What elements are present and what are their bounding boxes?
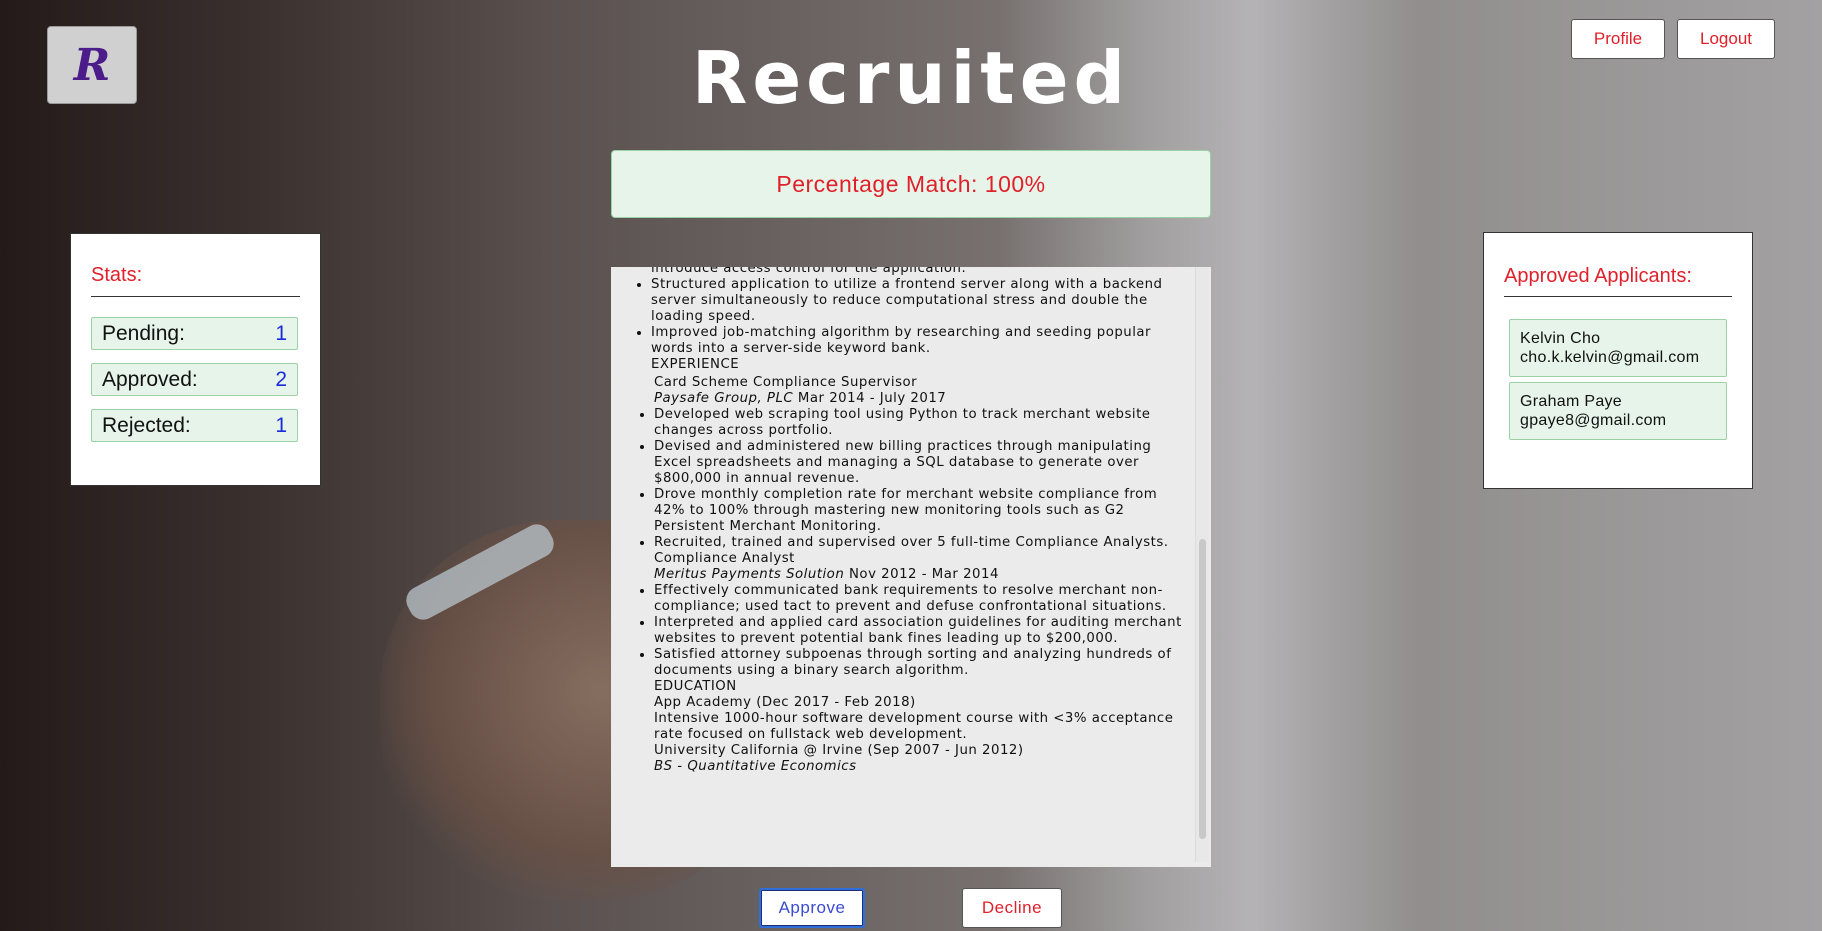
job-title: Card Scheme Compliance Supervisor [654, 375, 918, 390]
project-bullets: Structured application to utilize a fron… [611, 277, 1186, 357]
stat-value: 2 [275, 367, 287, 391]
list-item: Interpreted and applied card association… [654, 615, 1186, 647]
resume-scrollbar[interactable] [1195, 267, 1209, 862]
job-company: Meritus Payments Solution [654, 567, 845, 582]
stat-value: 1 [275, 321, 287, 345]
list-item: Devised and administered new billing pra… [654, 439, 1186, 487]
stat-label: Approved: [102, 367, 198, 391]
education-block: EDUCATION App Academy (Dec 2017 - Feb 20… [611, 679, 1186, 775]
approved-applicants-panel: Approved Applicants: Kelvin Cho cho.k.ke… [1483, 232, 1753, 489]
job-meta: Meritus Payments Solution Nov 2012 - Mar… [654, 567, 1186, 583]
logout-button[interactable]: Logout [1677, 19, 1775, 59]
list-item: Satisfied attorney subpoenas through sor… [654, 647, 1186, 679]
stat-approved: Approved: 2 [91, 363, 298, 396]
stat-label: Rejected: [102, 413, 191, 437]
stats-title: Stats: [91, 264, 143, 286]
education-degree: BS - Quantitative Economics [654, 759, 1186, 775]
education-item: App Academy (Dec 2017 - Feb 2018) [654, 695, 916, 710]
education-desc: Intensive 1000-hour software development… [654, 711, 1174, 742]
list-item: Drove monthly completion rate for mercha… [654, 487, 1186, 535]
list-item: Effectively communicated bank requiremen… [654, 583, 1186, 615]
percentage-match-banner: Percentage Match: 100% [611, 150, 1211, 218]
stat-pending: Pending: 1 [91, 317, 298, 350]
job-block: Compliance Analyst Meritus Payments Solu… [611, 551, 1186, 583]
stat-value: 1 [275, 413, 287, 437]
applicant-name: Kelvin Cho [1520, 330, 1601, 347]
applicant-email: gpaye8@gmail.com [1520, 412, 1667, 429]
approve-button[interactable]: Approve [759, 888, 865, 928]
education-item: University California @ Irvine (Sep 2007… [654, 743, 1024, 758]
resume-fragment: introduce access control for the applica… [651, 267, 967, 276]
stat-rejected: Rejected: 1 [91, 409, 298, 442]
job-meta: Paysafe Group, PLC Mar 2014 - July 2017 [654, 391, 1186, 407]
approved-applicants-title: Approved Applicants: [1504, 265, 1692, 287]
resume-viewer[interactable]: introduce access control for the applica… [611, 267, 1211, 867]
job-dates: Mar 2014 - July 2017 [797, 391, 947, 406]
experience-heading: EXPERIENCE [651, 357, 740, 372]
applicant-card[interactable]: Kelvin Cho cho.k.kelvin@gmail.com [1509, 319, 1727, 377]
list-item: Improved job-matching algorithm by resea… [651, 325, 1186, 357]
job-bullets: Developed web scraping tool using Python… [611, 407, 1186, 551]
job-dates: Nov 2012 - Mar 2014 [848, 567, 999, 582]
percentage-match-text: Percentage Match: 100% [776, 170, 1046, 197]
degree-text: BS - Quantitative Economics [654, 759, 857, 774]
applicants-divider [1504, 296, 1732, 297]
education-heading: EDUCATION [654, 679, 737, 694]
stats-panel: Stats: Pending: 1 Approved: 2 Rejected: … [70, 233, 321, 486]
job-company: Paysafe Group, PLC [654, 391, 794, 406]
job-block: Card Scheme Compliance Supervisor Paysaf… [611, 375, 1186, 407]
list-item: Developed web scraping tool using Python… [654, 407, 1186, 439]
profile-button[interactable]: Profile [1571, 19, 1665, 59]
list-item: Recruited, trained and supervised over 5… [654, 535, 1186, 551]
applicant-card[interactable]: Graham Paye gpaye8@gmail.com [1509, 382, 1727, 440]
list-item: Structured application to utilize a fron… [651, 277, 1186, 325]
applicant-name: Graham Paye [1520, 393, 1623, 410]
decline-button[interactable]: Decline [962, 888, 1062, 928]
job-title: Compliance Analyst [654, 551, 795, 566]
stat-label: Pending: [102, 321, 185, 345]
stats-divider [91, 296, 300, 297]
app-title: Recruited [691, 36, 1131, 120]
job-bullets: Effectively communicated bank requiremen… [611, 583, 1186, 679]
resume-content: introduce access control for the applica… [611, 267, 1186, 775]
applicant-email: cho.k.kelvin@gmail.com [1520, 349, 1700, 366]
scrollbar-thumb[interactable] [1199, 539, 1206, 839]
